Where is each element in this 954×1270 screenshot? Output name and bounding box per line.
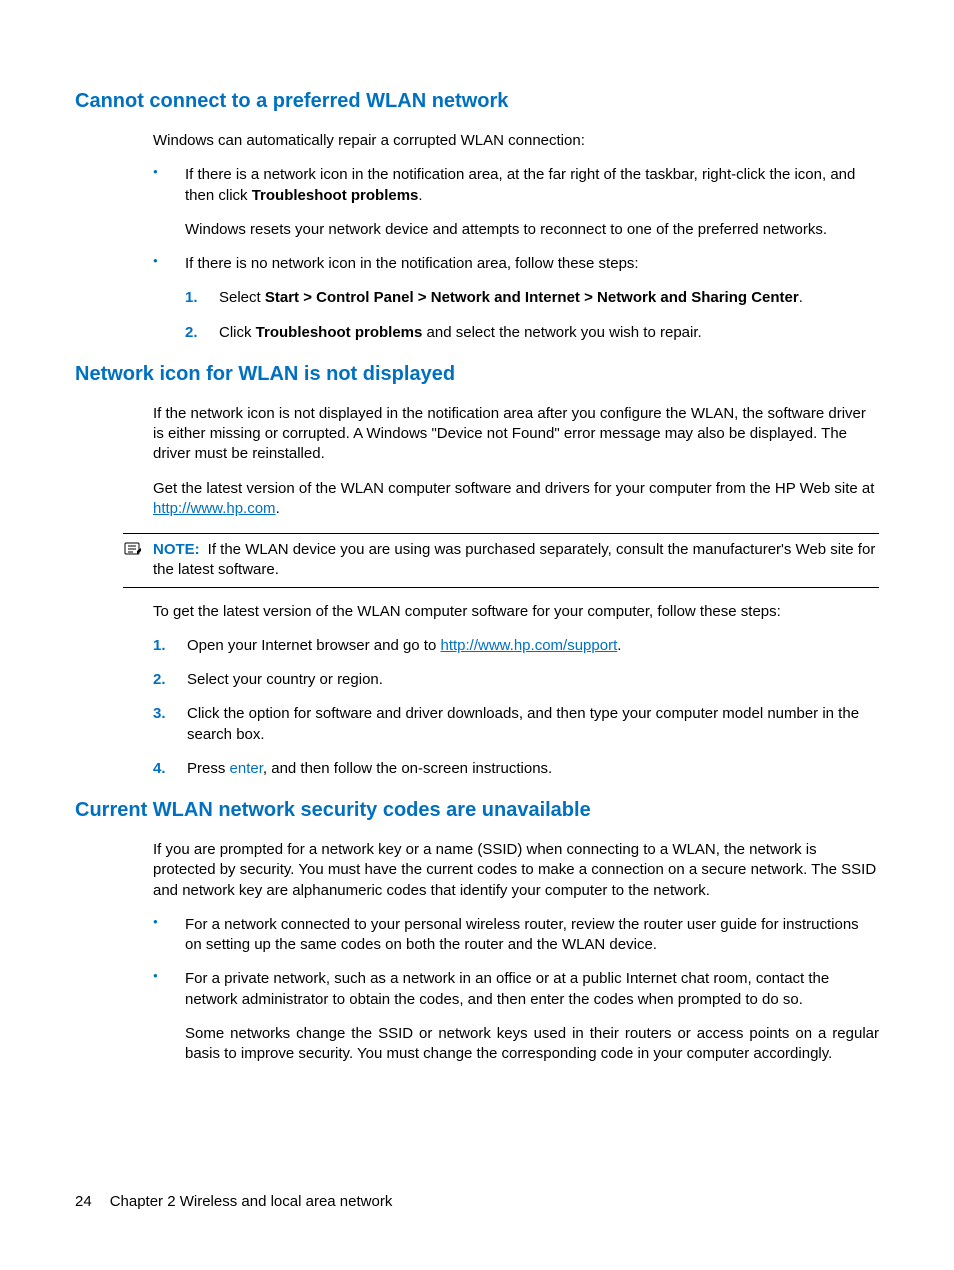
list-item: Click Troubleshoot problems and select t… xyxy=(185,323,879,343)
bullet-list: For a network connected to your personal… xyxy=(75,915,879,1065)
note-label: NOTE: xyxy=(153,541,200,558)
note-text: If the WLAN device you are using was pur… xyxy=(153,541,875,578)
text: . xyxy=(617,637,621,654)
text: Click xyxy=(219,324,256,341)
section-heading-network-icon: Network icon for WLAN is not displayed xyxy=(75,363,879,386)
text-bold: Troubleshoot problems xyxy=(256,324,423,341)
section-heading-security-codes: Current WLAN network security codes are … xyxy=(75,799,879,822)
list-item: For a private network, such as a network… xyxy=(153,969,879,1064)
paragraph: Some networks change the SSID or network… xyxy=(185,1024,879,1065)
text-bold: Troubleshoot problems xyxy=(252,187,419,204)
text: If there is no network icon in the notif… xyxy=(185,255,639,272)
list-item: If there is no network icon in the notif… xyxy=(153,254,879,343)
paragraph: Get the latest version of the WLAN compu… xyxy=(153,479,879,520)
section-heading-cannot-connect: Cannot connect to a preferred WLAN netwo… xyxy=(75,90,879,113)
text: and select the network you wish to repai… xyxy=(422,324,701,341)
text: , and then follow the on-screen instruct… xyxy=(263,760,552,777)
list-item: Select your country or region. xyxy=(153,670,879,690)
text: For a private network, such as a network… xyxy=(185,970,829,1007)
list-item: Open your Internet browser and go to htt… xyxy=(153,636,879,656)
text: . xyxy=(418,187,422,204)
list-item: If there is a network icon in the notifi… xyxy=(153,165,879,240)
list-item: Click the option for software and driver… xyxy=(153,704,879,745)
link-hp[interactable]: http://www.hp.com xyxy=(153,500,276,517)
page-footer: 24 Chapter 2 Wireless and local area netw… xyxy=(75,1193,392,1210)
paragraph: Windows resets your network device and a… xyxy=(185,220,879,240)
text-bold: Start > Control Panel > Network and Inte… xyxy=(265,289,799,306)
text: Get the latest version of the WLAN compu… xyxy=(153,480,874,497)
link-hp-support[interactable]: http://www.hp.com/support xyxy=(440,637,617,654)
key-name: enter xyxy=(230,760,263,777)
page-number: 24 xyxy=(75,1193,92,1210)
note-box: NOTE:If the WLAN device you are using wa… xyxy=(123,533,879,588)
note-icon xyxy=(123,540,149,558)
list-item: Select Start > Control Panel > Network a… xyxy=(185,288,879,308)
list-item: For a network connected to your personal… xyxy=(153,915,879,956)
numbered-list: Open your Internet browser and go to htt… xyxy=(153,636,879,779)
text: Open your Internet browser and go to xyxy=(187,637,440,654)
text: . xyxy=(799,289,803,306)
bullet-list: If there is a network icon in the notifi… xyxy=(75,165,879,343)
numbered-list: Select Start > Control Panel > Network a… xyxy=(185,288,879,343)
paragraph: If the network icon is not displayed in … xyxy=(153,404,879,465)
text: Press xyxy=(187,760,230,777)
paragraph: Windows can automatically repair a corru… xyxy=(153,131,879,151)
text: . xyxy=(276,500,280,517)
note-content: NOTE:If the WLAN device you are using wa… xyxy=(153,540,879,581)
list-item: Press enter, and then follow the on-scre… xyxy=(153,759,879,779)
paragraph: If you are prompted for a network key or… xyxy=(153,840,879,901)
text: Select xyxy=(219,289,265,306)
document-page: Cannot connect to a preferred WLAN netwo… xyxy=(0,0,954,1064)
chapter-label: Chapter 2 Wireless and local area networ… xyxy=(110,1193,393,1210)
paragraph: To get the latest version of the WLAN co… xyxy=(153,602,879,622)
